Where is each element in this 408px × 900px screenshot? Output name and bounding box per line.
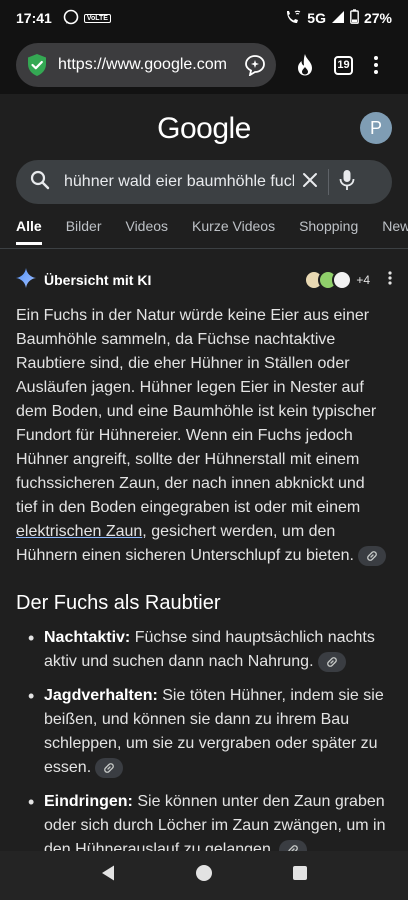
volte-badge: VoLTE: [83, 13, 111, 23]
source-link-chip[interactable]: [279, 839, 308, 851]
tab-switcher-button[interactable]: 19: [334, 55, 353, 75]
source-link-chip[interactable]: [357, 545, 386, 566]
tab-videos[interactable]: Videos: [125, 218, 168, 245]
status-time: 17:41: [16, 10, 52, 26]
back-icon[interactable]: [100, 864, 116, 887]
search-tabs: Alle Bilder Videos Kurze Videos Shopping…: [16, 218, 408, 245]
search-input[interactable]: hühner wald eier baumhöhle fuchs: [64, 173, 294, 191]
tab-count: 19: [334, 55, 353, 75]
search-icon: [30, 170, 50, 195]
divider: [328, 169, 329, 195]
electric-fence-link[interactable]: elektrischen Zaun: [16, 523, 142, 540]
signal-icon: [331, 10, 345, 27]
search-box[interactable]: hühner wald eier baumhöhle fuchs: [16, 160, 392, 204]
list-item: Nachtaktiv: Füchse sind hauptsächlich na…: [16, 626, 390, 674]
section-heading: Der Fuchs als Raubtier: [16, 592, 221, 614]
avatar[interactable]: P: [360, 112, 392, 144]
tab-news[interactable]: News: [382, 218, 408, 245]
ai-chat-icon[interactable]: [244, 54, 266, 76]
system-nav-bar: [0, 851, 408, 900]
more-sources-count: +4: [356, 273, 370, 287]
tab-images[interactable]: Bilder: [66, 218, 102, 245]
battery-icon: [350, 9, 359, 27]
ai-overview-title: Übersicht mit KI: [44, 272, 152, 288]
browser-toolbar: https://www.google.com 19: [0, 36, 408, 94]
secure-shield-icon[interactable]: [26, 53, 48, 77]
tabs-divider: [0, 248, 408, 249]
list-item: Eindringen: Sie können unter den Zaun gr…: [16, 790, 390, 851]
url-text: https://www.google.com: [58, 56, 227, 73]
microphone-icon[interactable]: [339, 169, 355, 196]
ai-overview-header: Übersicht mit KI +4: [16, 267, 392, 293]
google-logo[interactable]: Google: [0, 112, 408, 146]
tab-shopping[interactable]: Shopping: [299, 218, 358, 245]
clear-icon[interactable]: [302, 172, 318, 193]
messenger-icon: [63, 9, 79, 28]
ai-overview-paragraph: Ein Fuchs in der Natur würde keine Eier …: [16, 304, 390, 568]
wifi-call-icon: [284, 9, 302, 28]
network-type: 5G: [307, 10, 326, 26]
overflow-menu-icon[interactable]: [374, 56, 378, 74]
google-results-page: Google P hühner wald eier baumhöhle fuch…: [0, 94, 408, 851]
source-link-chip[interactable]: [317, 651, 346, 672]
sparkle-icon: [16, 267, 36, 293]
address-bar[interactable]: https://www.google.com: [16, 43, 276, 87]
tab-all[interactable]: Alle: [16, 218, 42, 245]
bullet-list: Nachtaktiv: Füchse sind hauptsächlich na…: [16, 626, 390, 851]
tab-short-videos[interactable]: Kurze Videos: [192, 218, 275, 245]
list-item: Jagdverhalten: Sie töten Hühner, indem s…: [16, 684, 390, 780]
source-favicon: [332, 270, 353, 290]
recents-icon[interactable]: [292, 865, 308, 886]
flame-icon[interactable]: [294, 53, 316, 77]
source-favicons[interactable]: +4: [304, 270, 388, 290]
battery-percent: 27%: [363, 10, 392, 26]
source-link-chip[interactable]: [95, 757, 124, 778]
home-icon[interactable]: [195, 864, 213, 887]
status-bar: 17:41 VoLTE 5G 27%: [0, 0, 408, 36]
more-options-icon[interactable]: [388, 270, 392, 290]
